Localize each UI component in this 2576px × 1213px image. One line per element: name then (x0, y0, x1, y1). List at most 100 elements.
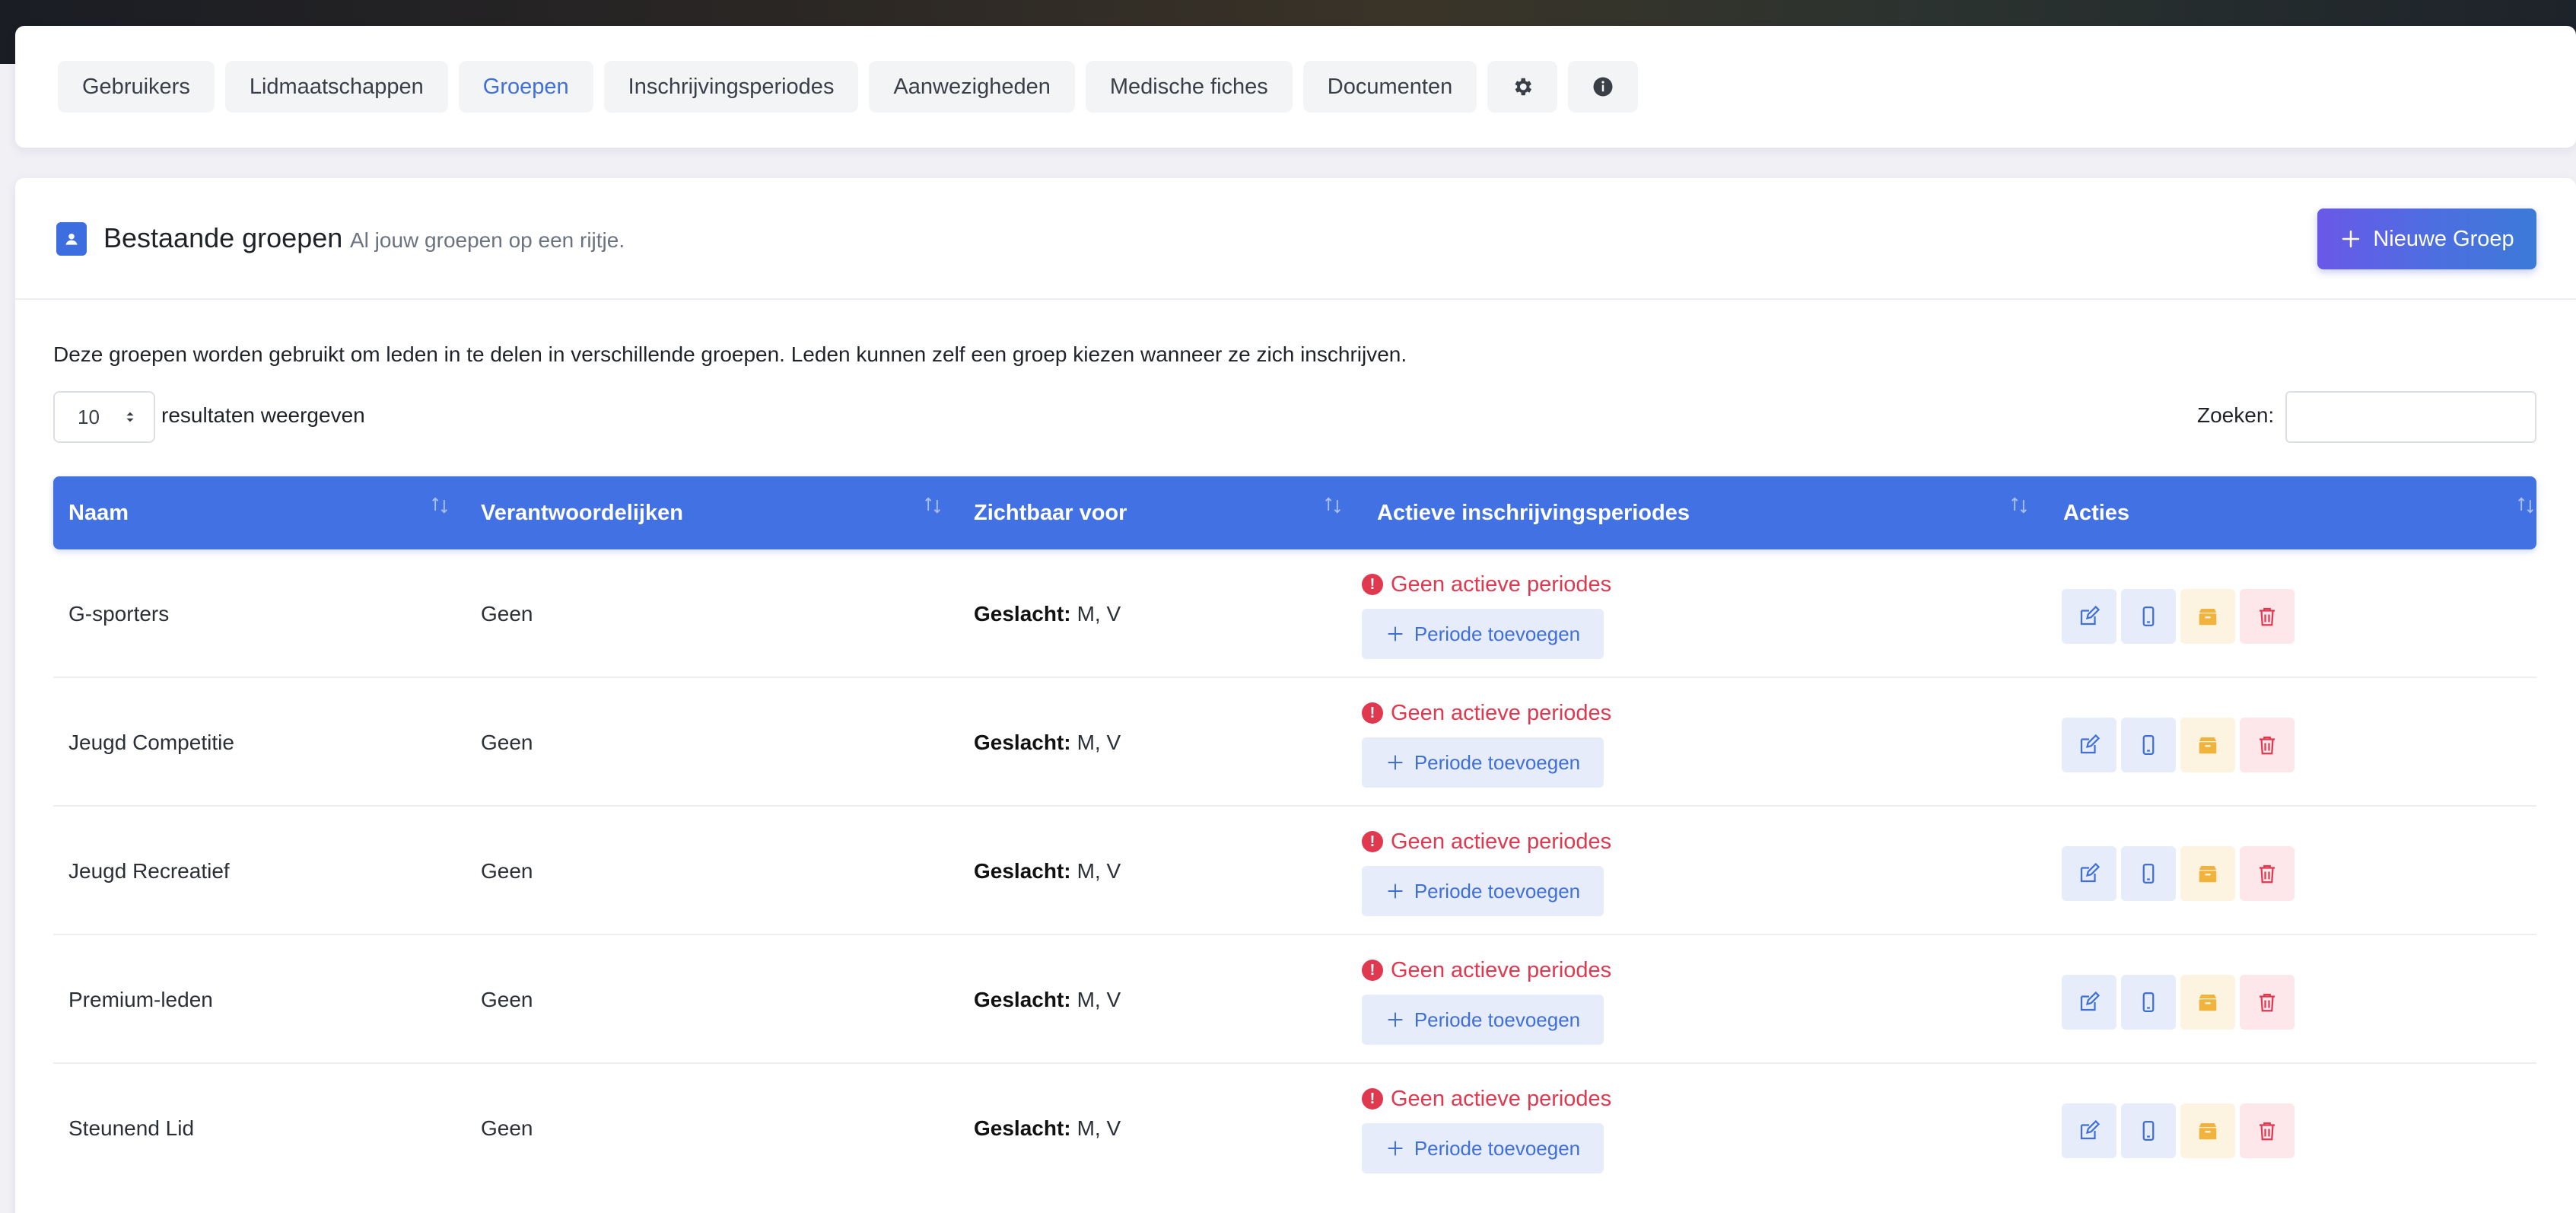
edit-icon (2080, 991, 2101, 1011)
tab-info[interactable] (1568, 61, 1639, 113)
plus-icon (1388, 1012, 1403, 1027)
search-input[interactable] (2285, 391, 2536, 443)
tab-groepen[interactable]: Groepen (458, 61, 593, 113)
tab-medische-fiches[interactable]: Medische fiches (1085, 61, 1293, 113)
add-period-button[interactable]: Periode toevoegen (1362, 866, 1604, 916)
no-periods-text: Geen actieve periodes (1391, 571, 1612, 597)
row-actions (2062, 846, 2295, 901)
visibility-label: Geslacht: (974, 601, 1071, 626)
group-responsible: Geen (481, 987, 533, 1011)
group-name: Premium-leden (68, 987, 213, 1011)
group-visibility: Geslacht: M, V (974, 1064, 1121, 1192)
periods-cell: ! Geen actieve periodes Periode toevoege… (1362, 1085, 1611, 1173)
mobile-button[interactable] (2121, 975, 2176, 1030)
groups-table: Naam Verantwoordelijken Zichtbaar voor A… (53, 476, 2536, 1192)
nav-tabs: Gebruikers Lidmaatschappen Groepen Insch… (58, 61, 1639, 113)
no-periods-text: Geen actieve periodes (1391, 700, 1612, 725)
visibility-label: Geslacht: (974, 858, 1071, 883)
gear-icon (1515, 78, 1532, 96)
add-period-label: Periode toevoegen (1414, 622, 1581, 645)
mobile-button[interactable] (2121, 846, 2176, 901)
sort-icon[interactable] (922, 495, 943, 516)
archive-button[interactable] (2180, 589, 2235, 644)
add-period-label: Periode toevoegen (1414, 1136, 1581, 1160)
delete-button[interactable] (2240, 846, 2295, 901)
column-naam[interactable]: Naam (68, 476, 129, 549)
table-row: Jeugd Competitie Geen Geslacht: M, V ! G… (53, 678, 2536, 807)
table-row: Steunend Lid Geen Geslacht: M, V ! Geen … (53, 1064, 2536, 1192)
group-responsible: Geen (481, 858, 533, 883)
add-period-label: Periode toevoegen (1414, 750, 1581, 774)
column-actieve-inschrijvingsperiodes[interactable]: Actieve inschrijvingsperiodes (1377, 476, 1690, 549)
add-period-button[interactable]: Periode toevoegen (1362, 609, 1604, 659)
table-body: G-sporters Geen Geslacht: M, V ! Geen ac… (53, 549, 2536, 1192)
mobile-button[interactable] (2121, 589, 2176, 644)
archive-button[interactable] (2180, 1103, 2235, 1158)
visibility-value: M, V (1077, 858, 1121, 883)
plus-icon (1388, 755, 1403, 770)
plus-icon (2342, 230, 2360, 248)
no-periods-text: Geen actieve periodes (1391, 957, 1612, 982)
nav-card: Gebruikers Lidmaatschappen Groepen Insch… (15, 26, 2576, 148)
archive-button[interactable] (2180, 975, 2235, 1030)
mobile-button[interactable] (2121, 1103, 2176, 1158)
group-visibility: Geslacht: M, V (974, 549, 1121, 678)
sort-icon[interactable] (1322, 495, 1344, 516)
edit-button[interactable] (2062, 1103, 2116, 1158)
trash-icon (2260, 736, 2275, 755)
column-zichtbaar-voor[interactable]: Zichtbaar voor (974, 476, 1127, 549)
add-period-button[interactable]: Periode toevoegen (1362, 995, 1604, 1045)
delete-button[interactable] (2240, 589, 2295, 644)
mobile-button[interactable] (2121, 718, 2176, 772)
add-period-button[interactable]: Periode toevoegen (1362, 1123, 1604, 1173)
table-row: Premium-leden Geen Geslacht: M, V ! Geen… (53, 935, 2536, 1064)
periods-cell: ! Geen actieve periodes Periode toevoege… (1362, 957, 1611, 1045)
edit-button[interactable] (2062, 975, 2116, 1030)
archive-button[interactable] (2180, 846, 2235, 901)
new-group-button[interactable]: Nieuwe Groep (2317, 209, 2536, 269)
periods-cell: ! Geen actieve periodes Periode toevoege… (1362, 828, 1611, 916)
exclamation-icon: ! (1362, 702, 1383, 724)
mobile-icon (2142, 992, 2155, 1012)
sort-icon[interactable] (2515, 495, 2536, 516)
tab-gebruikers[interactable]: Gebruikers (58, 61, 215, 113)
tab-aanwezigheden[interactable]: Aanwezigheden (869, 61, 1075, 113)
edit-button[interactable] (2062, 718, 2116, 772)
group-responsible: Geen (481, 730, 533, 754)
edit-icon (2080, 734, 2101, 754)
page-subtitle: Al jouw groepen op een rijtje. (350, 228, 625, 252)
tab-settings[interactable] (1487, 61, 1558, 113)
archive-box-icon (2199, 609, 2217, 626)
add-period-label: Periode toevoegen (1414, 1008, 1581, 1031)
sort-icon[interactable] (429, 495, 450, 516)
plus-icon (1388, 1141, 1403, 1156)
archive-button[interactable] (2180, 718, 2235, 772)
no-periods-status: ! Geen actieve periodes (1362, 828, 1611, 855)
no-periods-status: ! Geen actieve periodes (1362, 571, 1611, 598)
row-actions (2062, 718, 2295, 772)
add-period-button[interactable]: Periode toevoegen (1362, 737, 1604, 788)
description-text: Deze groepen worden gebruikt om leden in… (53, 342, 1407, 366)
column-acties[interactable]: Acties (2063, 476, 2129, 549)
visibility-value: M, V (1077, 1116, 1121, 1140)
add-period-label: Periode toevoegen (1414, 879, 1581, 903)
page-length-label: resultaten weergeven (161, 403, 365, 427)
page-length-select[interactable]: 10 (53, 391, 155, 443)
tab-inschrijvingsperiodes[interactable]: Inschrijvingsperiodes (603, 61, 859, 113)
exclamation-icon: ! (1362, 1088, 1383, 1110)
table-row: G-sporters Geen Geslacht: M, V ! Geen ac… (53, 549, 2536, 678)
exclamation-icon: ! (1362, 831, 1383, 852)
sort-icon[interactable] (2008, 495, 2030, 516)
edit-icon (2080, 1119, 2101, 1140)
delete-button[interactable] (2240, 1103, 2295, 1158)
column-verantwoordelijken[interactable]: Verantwoordelijken (481, 476, 683, 549)
delete-button[interactable] (2240, 975, 2295, 1030)
edit-button[interactable] (2062, 846, 2116, 901)
table-header: Naam Verantwoordelijken Zichtbaar voor A… (53, 476, 2536, 549)
group-name: Jeugd Competitie (68, 730, 234, 754)
tab-lidmaatschappen[interactable]: Lidmaatschappen (224, 61, 448, 113)
delete-button[interactable] (2240, 718, 2295, 772)
edit-button[interactable] (2062, 589, 2116, 644)
tab-documenten[interactable]: Documenten (1302, 61, 1477, 113)
groups-card: Bestaande groepen Al jouw groepen op een… (15, 178, 2576, 1213)
